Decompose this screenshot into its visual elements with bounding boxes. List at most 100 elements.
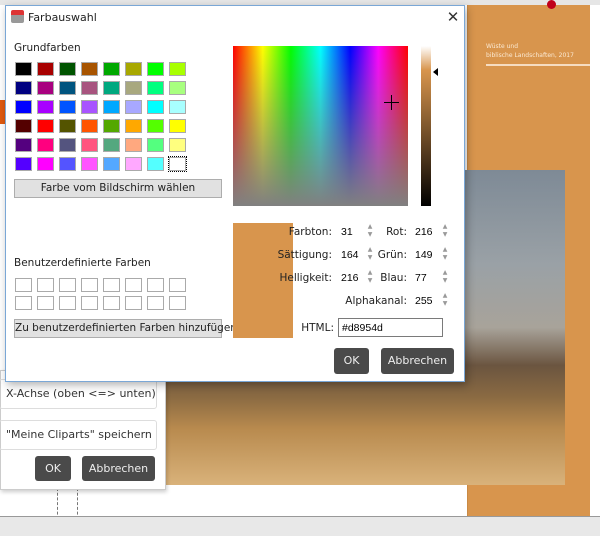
color-swatch[interactable] bbox=[81, 138, 98, 152]
luminance-spinner[interactable]: ▲ ▼ bbox=[365, 269, 375, 286]
red-input[interactable] bbox=[413, 223, 438, 240]
color-swatch[interactable] bbox=[15, 62, 32, 76]
color-swatch[interactable] bbox=[125, 119, 142, 133]
custom-color-slot[interactable] bbox=[37, 296, 54, 310]
custom-color-slot[interactable] bbox=[59, 296, 76, 310]
ok-button[interactable]: OK bbox=[35, 456, 71, 481]
color-swatch[interactable] bbox=[59, 62, 76, 76]
green-input[interactable] bbox=[413, 246, 438, 263]
custom-color-slot[interactable] bbox=[169, 296, 186, 310]
color-swatch[interactable] bbox=[81, 81, 98, 95]
hue-spinner[interactable]: ▲ ▼ bbox=[365, 223, 375, 240]
custom-colors-label: Benutzerdefinierte Farben bbox=[14, 257, 151, 269]
close-icon[interactable]: ✕ bbox=[444, 8, 462, 26]
color-swatch[interactable] bbox=[103, 81, 120, 95]
color-swatch[interactable] bbox=[37, 119, 54, 133]
color-swatch[interactable] bbox=[37, 138, 54, 152]
custom-color-slot[interactable] bbox=[169, 278, 186, 292]
cancel-button[interactable]: Abbrechen bbox=[82, 456, 155, 481]
custom-color-slot[interactable] bbox=[81, 278, 98, 292]
options-dialog: X-Achse (oben <=> unten) "Meine Cliparts… bbox=[0, 370, 166, 490]
custom-color-slot[interactable] bbox=[15, 278, 32, 292]
custom-color-slot[interactable] bbox=[59, 278, 76, 292]
color-swatch[interactable] bbox=[125, 62, 142, 76]
color-swatch[interactable] bbox=[147, 100, 164, 114]
crosshair-icon[interactable] bbox=[384, 95, 399, 110]
luminance-slider[interactable] bbox=[421, 46, 431, 206]
color-swatch[interactable] bbox=[15, 138, 32, 152]
flip-x-option[interactable]: X-Achse (oben <=> unten) bbox=[0, 379, 157, 409]
color-swatch[interactable] bbox=[103, 100, 120, 114]
cancel-button[interactable]: Abbrechen bbox=[381, 348, 454, 374]
custom-color-slot[interactable] bbox=[125, 278, 142, 292]
color-swatch[interactable] bbox=[59, 157, 76, 171]
saturation-input[interactable] bbox=[339, 246, 364, 263]
saturation-spinner[interactable]: ▲ ▼ bbox=[365, 246, 375, 263]
color-swatch[interactable] bbox=[81, 62, 98, 76]
color-swatch[interactable] bbox=[169, 62, 186, 76]
color-swatch[interactable] bbox=[15, 100, 32, 114]
color-swatch[interactable] bbox=[59, 100, 76, 114]
color-swatch[interactable] bbox=[169, 119, 186, 133]
custom-color-slot[interactable] bbox=[15, 296, 32, 310]
color-swatch[interactable] bbox=[168, 156, 187, 172]
alpha-spinner[interactable]: ▲ ▼ bbox=[440, 292, 450, 309]
color-swatch[interactable] bbox=[81, 100, 98, 114]
color-swatch[interactable] bbox=[147, 119, 164, 133]
alpha-input[interactable] bbox=[413, 292, 438, 309]
color-spectrum[interactable] bbox=[233, 46, 408, 206]
color-swatch[interactable] bbox=[169, 100, 186, 114]
color-swatch[interactable] bbox=[147, 157, 164, 171]
bottom-bar bbox=[0, 516, 600, 536]
color-swatch[interactable] bbox=[103, 119, 120, 133]
hue-input[interactable] bbox=[339, 223, 364, 240]
color-swatch[interactable] bbox=[59, 81, 76, 95]
color-swatch[interactable] bbox=[37, 62, 54, 76]
luminance-input[interactable] bbox=[339, 269, 364, 286]
color-swatch[interactable] bbox=[147, 62, 164, 76]
save-clipart-option[interactable]: "Meine Cliparts" speichern bbox=[0, 420, 157, 450]
color-swatch[interactable] bbox=[37, 157, 54, 171]
color-swatch[interactable] bbox=[125, 81, 142, 95]
blue-spinner[interactable]: ▲ ▼ bbox=[440, 269, 450, 286]
color-swatch[interactable] bbox=[125, 138, 142, 152]
color-swatch[interactable] bbox=[37, 100, 54, 114]
color-swatch[interactable] bbox=[59, 138, 76, 152]
custom-color-slot[interactable] bbox=[125, 296, 142, 310]
color-swatch[interactable] bbox=[169, 81, 186, 95]
custom-color-slot[interactable] bbox=[147, 278, 164, 292]
page-divider bbox=[486, 64, 590, 66]
color-swatch[interactable] bbox=[125, 100, 142, 114]
custom-color-slot[interactable] bbox=[147, 296, 164, 310]
handle-dot[interactable] bbox=[547, 0, 556, 9]
html-color-input[interactable] bbox=[338, 318, 443, 337]
color-swatch[interactable] bbox=[103, 62, 120, 76]
pick-screen-color-button[interactable]: Farbe vom Bildschirm wählen bbox=[14, 179, 222, 198]
custom-color-slot[interactable] bbox=[81, 296, 98, 310]
green-spinner[interactable]: ▲ ▼ bbox=[440, 246, 450, 263]
slider-arrow-icon[interactable] bbox=[433, 68, 438, 76]
color-swatch[interactable] bbox=[103, 138, 120, 152]
color-swatch[interactable] bbox=[147, 138, 164, 152]
color-swatch[interactable] bbox=[15, 81, 32, 95]
blue-input[interactable] bbox=[413, 269, 438, 286]
color-swatch[interactable] bbox=[15, 157, 32, 171]
custom-color-slot[interactable] bbox=[103, 296, 120, 310]
color-swatch[interactable] bbox=[81, 119, 98, 133]
color-swatch[interactable] bbox=[81, 157, 98, 171]
color-swatch[interactable] bbox=[125, 157, 142, 171]
green-label: Grün: bbox=[377, 249, 407, 261]
color-swatch[interactable] bbox=[37, 81, 54, 95]
custom-color-slot[interactable] bbox=[37, 278, 54, 292]
ok-button[interactable]: OK bbox=[334, 348, 369, 374]
color-swatch[interactable] bbox=[59, 119, 76, 133]
custom-color-slot[interactable] bbox=[103, 278, 120, 292]
color-picker-dialog: Farbauswahl ✕ Grundfarben Farbe vom Bild… bbox=[5, 5, 465, 382]
hue-label: Farbton: bbox=[288, 226, 332, 238]
color-swatch[interactable] bbox=[103, 157, 120, 171]
color-swatch[interactable] bbox=[147, 81, 164, 95]
add-custom-color-button[interactable]: Zu benutzerdefinierten Farben hinzufügen bbox=[14, 319, 237, 338]
red-spinner[interactable]: ▲ ▼ bbox=[440, 223, 450, 240]
color-swatch[interactable] bbox=[169, 138, 186, 152]
color-swatch[interactable] bbox=[15, 119, 32, 133]
